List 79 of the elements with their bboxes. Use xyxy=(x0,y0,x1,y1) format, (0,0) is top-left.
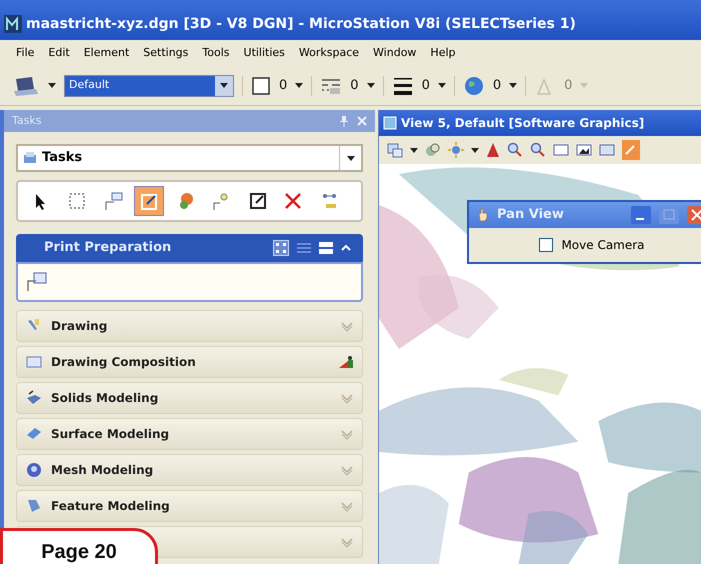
line-weight-icon xyxy=(392,76,414,96)
grid-view-icon[interactable] xyxy=(273,240,289,256)
composition-icon[interactable] xyxy=(338,355,354,369)
light-icon[interactable] xyxy=(448,142,464,158)
view-title: View 5, Default [Software Graphics] xyxy=(401,115,644,132)
section-header[interactable]: Print Preparation xyxy=(16,234,363,262)
view-icon xyxy=(383,116,397,130)
tasks-dropdown[interactable]: Tasks xyxy=(16,144,363,172)
picker-value[interactable]: 0 xyxy=(279,76,288,96)
views-icon[interactable] xyxy=(387,142,403,158)
caret-icon[interactable] xyxy=(410,148,418,152)
menu-item[interactable]: Help xyxy=(430,44,456,62)
group-label: Feature Modeling xyxy=(51,498,171,515)
caret-icon[interactable] xyxy=(220,83,228,88)
solid-icon xyxy=(25,390,43,406)
caret-icon[interactable] xyxy=(346,156,354,160)
picker-value[interactable]: 0 xyxy=(492,76,502,96)
display-style-icon[interactable] xyxy=(425,142,441,158)
close-icon[interactable] xyxy=(687,206,701,224)
group-label: Surface Modeling xyxy=(51,426,170,443)
group-label: Mesh Modeling xyxy=(51,462,154,479)
task-group[interactable]: Mesh Modeling xyxy=(16,454,363,486)
hand-icon xyxy=(477,208,489,222)
task-group[interactable]: Drawing xyxy=(16,310,363,342)
checkbox-label: Move Camera xyxy=(561,237,645,254)
detail-view-icon[interactable] xyxy=(319,242,333,254)
move-camera-checkbox[interactable] xyxy=(539,238,554,252)
picker-value[interactable]: 0 xyxy=(422,76,430,96)
caret-icon[interactable] xyxy=(438,83,446,88)
view-attributes-icon[interactable] xyxy=(486,142,500,158)
page-label: Page 20 xyxy=(41,540,117,564)
caret-icon[interactable] xyxy=(509,83,518,88)
window-title: maastricht-xyz.dgn [3D - V8 DGN] - MicroStation V8i (SELECTseries 1) xyxy=(26,14,576,34)
globe-icon xyxy=(462,76,485,96)
task-group[interactable]: Drawing Composition xyxy=(16,346,363,378)
list-view-icon[interactable] xyxy=(297,242,311,254)
rotate-view-icon[interactable] xyxy=(599,143,615,157)
collapse-icon[interactable] xyxy=(341,244,351,252)
dialog-title: Pan View xyxy=(497,206,565,224)
window-area-icon[interactable] xyxy=(553,143,569,157)
feature-icon xyxy=(25,498,43,514)
menu-item[interactable]: Element xyxy=(84,44,130,62)
panel-title: Tasks xyxy=(12,112,42,129)
menu-item[interactable]: Tools xyxy=(202,44,230,62)
task-group[interactable]: Feature Modeling xyxy=(16,490,363,522)
task-group[interactable]: Surface Modeling xyxy=(16,418,363,450)
surface-icon xyxy=(25,426,43,442)
group-label: Solids Modeling xyxy=(51,390,160,407)
caret-icon[interactable] xyxy=(48,83,56,88)
app-logo-icon xyxy=(4,15,22,33)
group-label: Drawing xyxy=(51,318,108,335)
menu-item[interactable]: File xyxy=(16,44,34,62)
level-combo[interactable]: Default xyxy=(64,74,234,96)
sphere-icon xyxy=(25,462,43,478)
caret-icon[interactable] xyxy=(471,148,479,152)
level-value: Default xyxy=(68,77,110,94)
fit-view-icon[interactable] xyxy=(576,143,592,157)
zoom-out-icon[interactable] xyxy=(530,142,546,158)
task-tool-button[interactable] xyxy=(134,186,164,216)
frame-icon xyxy=(25,354,43,370)
menu-item[interactable]: Settings xyxy=(143,44,188,62)
task-group[interactable]: Solids Modeling xyxy=(16,382,363,414)
minimize-icon[interactable] xyxy=(631,206,651,224)
menu-item[interactable]: Window xyxy=(373,44,416,62)
tasks-icon xyxy=(22,151,38,165)
group-label: Drawing Composition xyxy=(51,354,197,371)
zoom-in-icon[interactable] xyxy=(507,142,523,158)
pan-icon[interactable] xyxy=(622,140,640,160)
caret-icon[interactable] xyxy=(295,83,304,88)
section-title: Print Preparation xyxy=(43,239,172,258)
square-icon xyxy=(251,76,271,96)
menu-item[interactable]: Utilities xyxy=(244,44,285,62)
menu-item[interactable]: Edit xyxy=(48,44,70,62)
dropdown-value: Tasks xyxy=(42,149,84,168)
menu-item[interactable]: Workspace xyxy=(298,44,360,62)
laptop-icon[interactable] xyxy=(12,74,40,96)
sheet-icon[interactable] xyxy=(26,271,48,293)
picker-value[interactable]: 0 xyxy=(350,76,359,96)
caret-icon[interactable] xyxy=(366,83,375,88)
